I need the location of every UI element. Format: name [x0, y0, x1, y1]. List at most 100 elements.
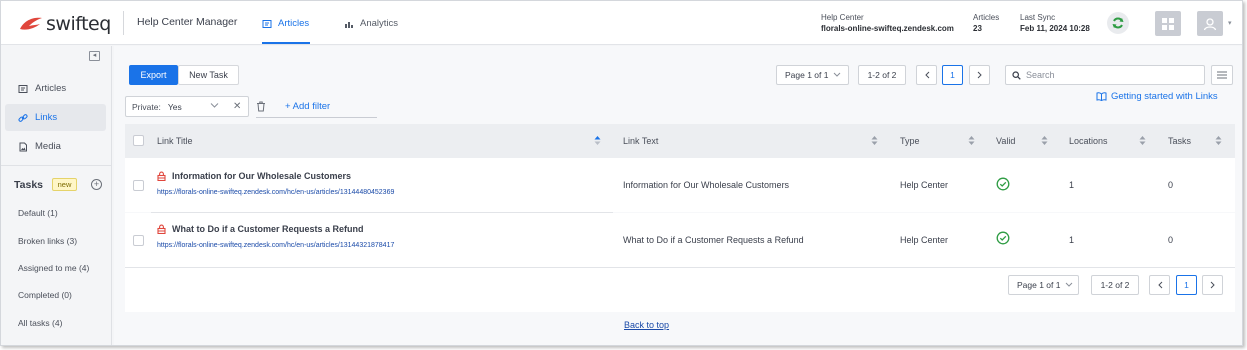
brand-name: swifteq [46, 13, 111, 35]
chevron-down-icon[interactable]: ▾ [1228, 19, 1232, 27]
sidebar-item-articles[interactable]: Articles [5, 75, 106, 102]
column-header-link-title[interactable]: Link Title [157, 136, 193, 146]
link-url[interactable]: https://florals-online-swifteq.zendesk.c… [157, 242, 394, 249]
table-header: Link Title Link Text Type Valid Location… [125, 124, 1235, 158]
getting-started-label: Getting started with Links [1111, 91, 1218, 102]
sidebar-item-media[interactable]: Media [5, 133, 106, 160]
book-icon [1096, 92, 1107, 101]
search-input[interactable] [1026, 70, 1196, 80]
brand-logo[interactable]: swifteq [19, 13, 111, 35]
sort-icon[interactable] [1215, 135, 1222, 146]
page-select-value: Page 1 of 1 [785, 70, 829, 80]
type-cell: Help Center [900, 235, 949, 245]
search-icon [1012, 70, 1021, 80]
sidebar-divider [1, 165, 111, 166]
add-filter-button[interactable]: + Add filter [256, 96, 377, 118]
articles-count: 23 [973, 24, 982, 33]
bar-chart-icon [345, 21, 353, 28]
page-select[interactable]: Page 1 of 1 [776, 65, 849, 85]
tab-analytics[interactable]: Analytics [344, 18, 398, 29]
task-filter-default[interactable]: Default (1) [18, 208, 58, 218]
select-all-checkbox[interactable] [133, 135, 144, 146]
link-title-text: What to Do if a Customer Requests a Refu… [172, 224, 364, 234]
table-footer: Page 1 of 1 1-2 of 2 1 [125, 267, 1235, 312]
link-url[interactable]: https://florals-online-swifteq.zendesk.c… [157, 189, 394, 196]
column-header-link-text[interactable]: Link Text [623, 136, 658, 146]
next-page-button[interactable] [1202, 275, 1223, 295]
app-title: Help Center Manager [137, 16, 238, 28]
sort-icon[interactable] [1139, 135, 1146, 146]
trash-icon[interactable] [256, 101, 266, 112]
articles-count-label: Articles [973, 13, 1000, 22]
clear-filter-icon[interactable]: ✕ [233, 101, 241, 112]
current-page-button[interactable]: 1 [1176, 275, 1197, 295]
chevron-down-icon[interactable] [210, 102, 219, 109]
column-header-valid[interactable]: Valid [996, 136, 1015, 146]
task-filter-broken-links[interactable]: Broken links (3) [18, 236, 77, 246]
current-page-button[interactable]: 1 [942, 65, 963, 85]
table-row[interactable]: What to Do if a Customer Requests a Refu… [125, 213, 1235, 267]
tasks-cell: 0 [1168, 180, 1174, 190]
image-icon [19, 142, 27, 151]
getting-started-link[interactable]: Getting started with Links [1096, 91, 1218, 102]
header-divider [123, 11, 124, 35]
articles-count-info: Articles 23 [973, 12, 999, 34]
sidebar-item-links[interactable]: Links [5, 104, 106, 131]
link-title[interactable]: Information for Our Wholesale Customers [157, 171, 351, 181]
last-sync-value: Feb 11, 2024 10:28 [1020, 24, 1090, 33]
link-title[interactable]: What to Do if a Customer Requests a Refu… [157, 224, 364, 234]
row-checkbox[interactable] [133, 235, 144, 246]
valid-check-icon [996, 231, 1010, 245]
page-range: 1-2 of 2 [1091, 275, 1139, 295]
task-filter-completed[interactable]: Completed (0) [18, 290, 72, 300]
new-task-button[interactable]: New Task [178, 65, 239, 85]
sync-icon [1112, 17, 1124, 29]
sort-icon[interactable] [1041, 135, 1048, 146]
top-bar: swifteq Help Center Manager Articles Ana… [1, 1, 1242, 45]
lock-icon [157, 224, 166, 234]
column-header-locations[interactable]: Locations [1069, 136, 1108, 146]
sidebar-item-label: Media [35, 141, 61, 152]
sync-button[interactable] [1107, 12, 1129, 34]
chevron-right-icon [1210, 281, 1215, 289]
tab-articles[interactable]: Articles [262, 18, 309, 29]
page-select[interactable]: Page 1 of 1 [1008, 275, 1079, 295]
back-to-top-link[interactable]: Back to top [624, 320, 669, 330]
main-content: Export New Task Page 1 of 1 1-2 of 2 1 P… [114, 46, 1242, 345]
column-menu-button[interactable] [1211, 65, 1233, 85]
export-button[interactable]: Export [129, 65, 178, 85]
private-filter-chip[interactable]: Private: Yes ✕ [125, 96, 249, 117]
sort-icon[interactable] [968, 135, 975, 146]
valid-check-icon [996, 177, 1010, 191]
table-row[interactable]: Information for Our Wholesale Customers … [125, 158, 1235, 212]
user-menu-button[interactable] [1197, 11, 1223, 36]
link-text-cell: What to Do if a Customer Requests a Refu… [623, 235, 804, 245]
app-window: swifteq Help Center Manager Articles Ana… [0, 0, 1243, 346]
prev-page-button[interactable] [1149, 275, 1170, 295]
tab-analytics-label: Analytics [360, 18, 399, 29]
task-filter-assigned-to-me[interactable]: Assigned to me (4) [18, 263, 89, 273]
row-checkbox[interactable] [133, 180, 144, 191]
swifteq-logo-icon [20, 17, 42, 30]
sort-icon[interactable] [871, 135, 878, 146]
sort-asc-icon[interactable] [594, 135, 601, 146]
chevron-right-icon [977, 71, 982, 79]
apps-button[interactable] [1155, 11, 1181, 36]
add-task-icon[interactable]: + [91, 179, 102, 190]
chevron-down-icon [1066, 282, 1073, 287]
lock-icon [157, 171, 166, 181]
type-cell: Help Center [900, 180, 949, 190]
last-sync-info: Last Sync Feb 11, 2024 10:28 [1020, 12, 1090, 34]
chevron-down-icon [834, 72, 841, 77]
link-title-text: Information for Our Wholesale Customers [172, 171, 352, 181]
search-box [1005, 65, 1205, 85]
column-header-tasks[interactable]: Tasks [1168, 136, 1191, 146]
collapse-sidebar-icon[interactable]: ◂ [89, 51, 100, 61]
sidebar-item-label: Articles [35, 83, 67, 94]
task-filter-all-tasks[interactable]: All tasks (4) [18, 318, 62, 328]
column-header-type[interactable]: Type [900, 136, 920, 146]
tab-articles-label: Articles [278, 18, 310, 29]
next-page-button[interactable] [969, 65, 990, 85]
tasks-heading: Tasks [14, 179, 43, 191]
prev-page-button[interactable] [916, 65, 937, 85]
